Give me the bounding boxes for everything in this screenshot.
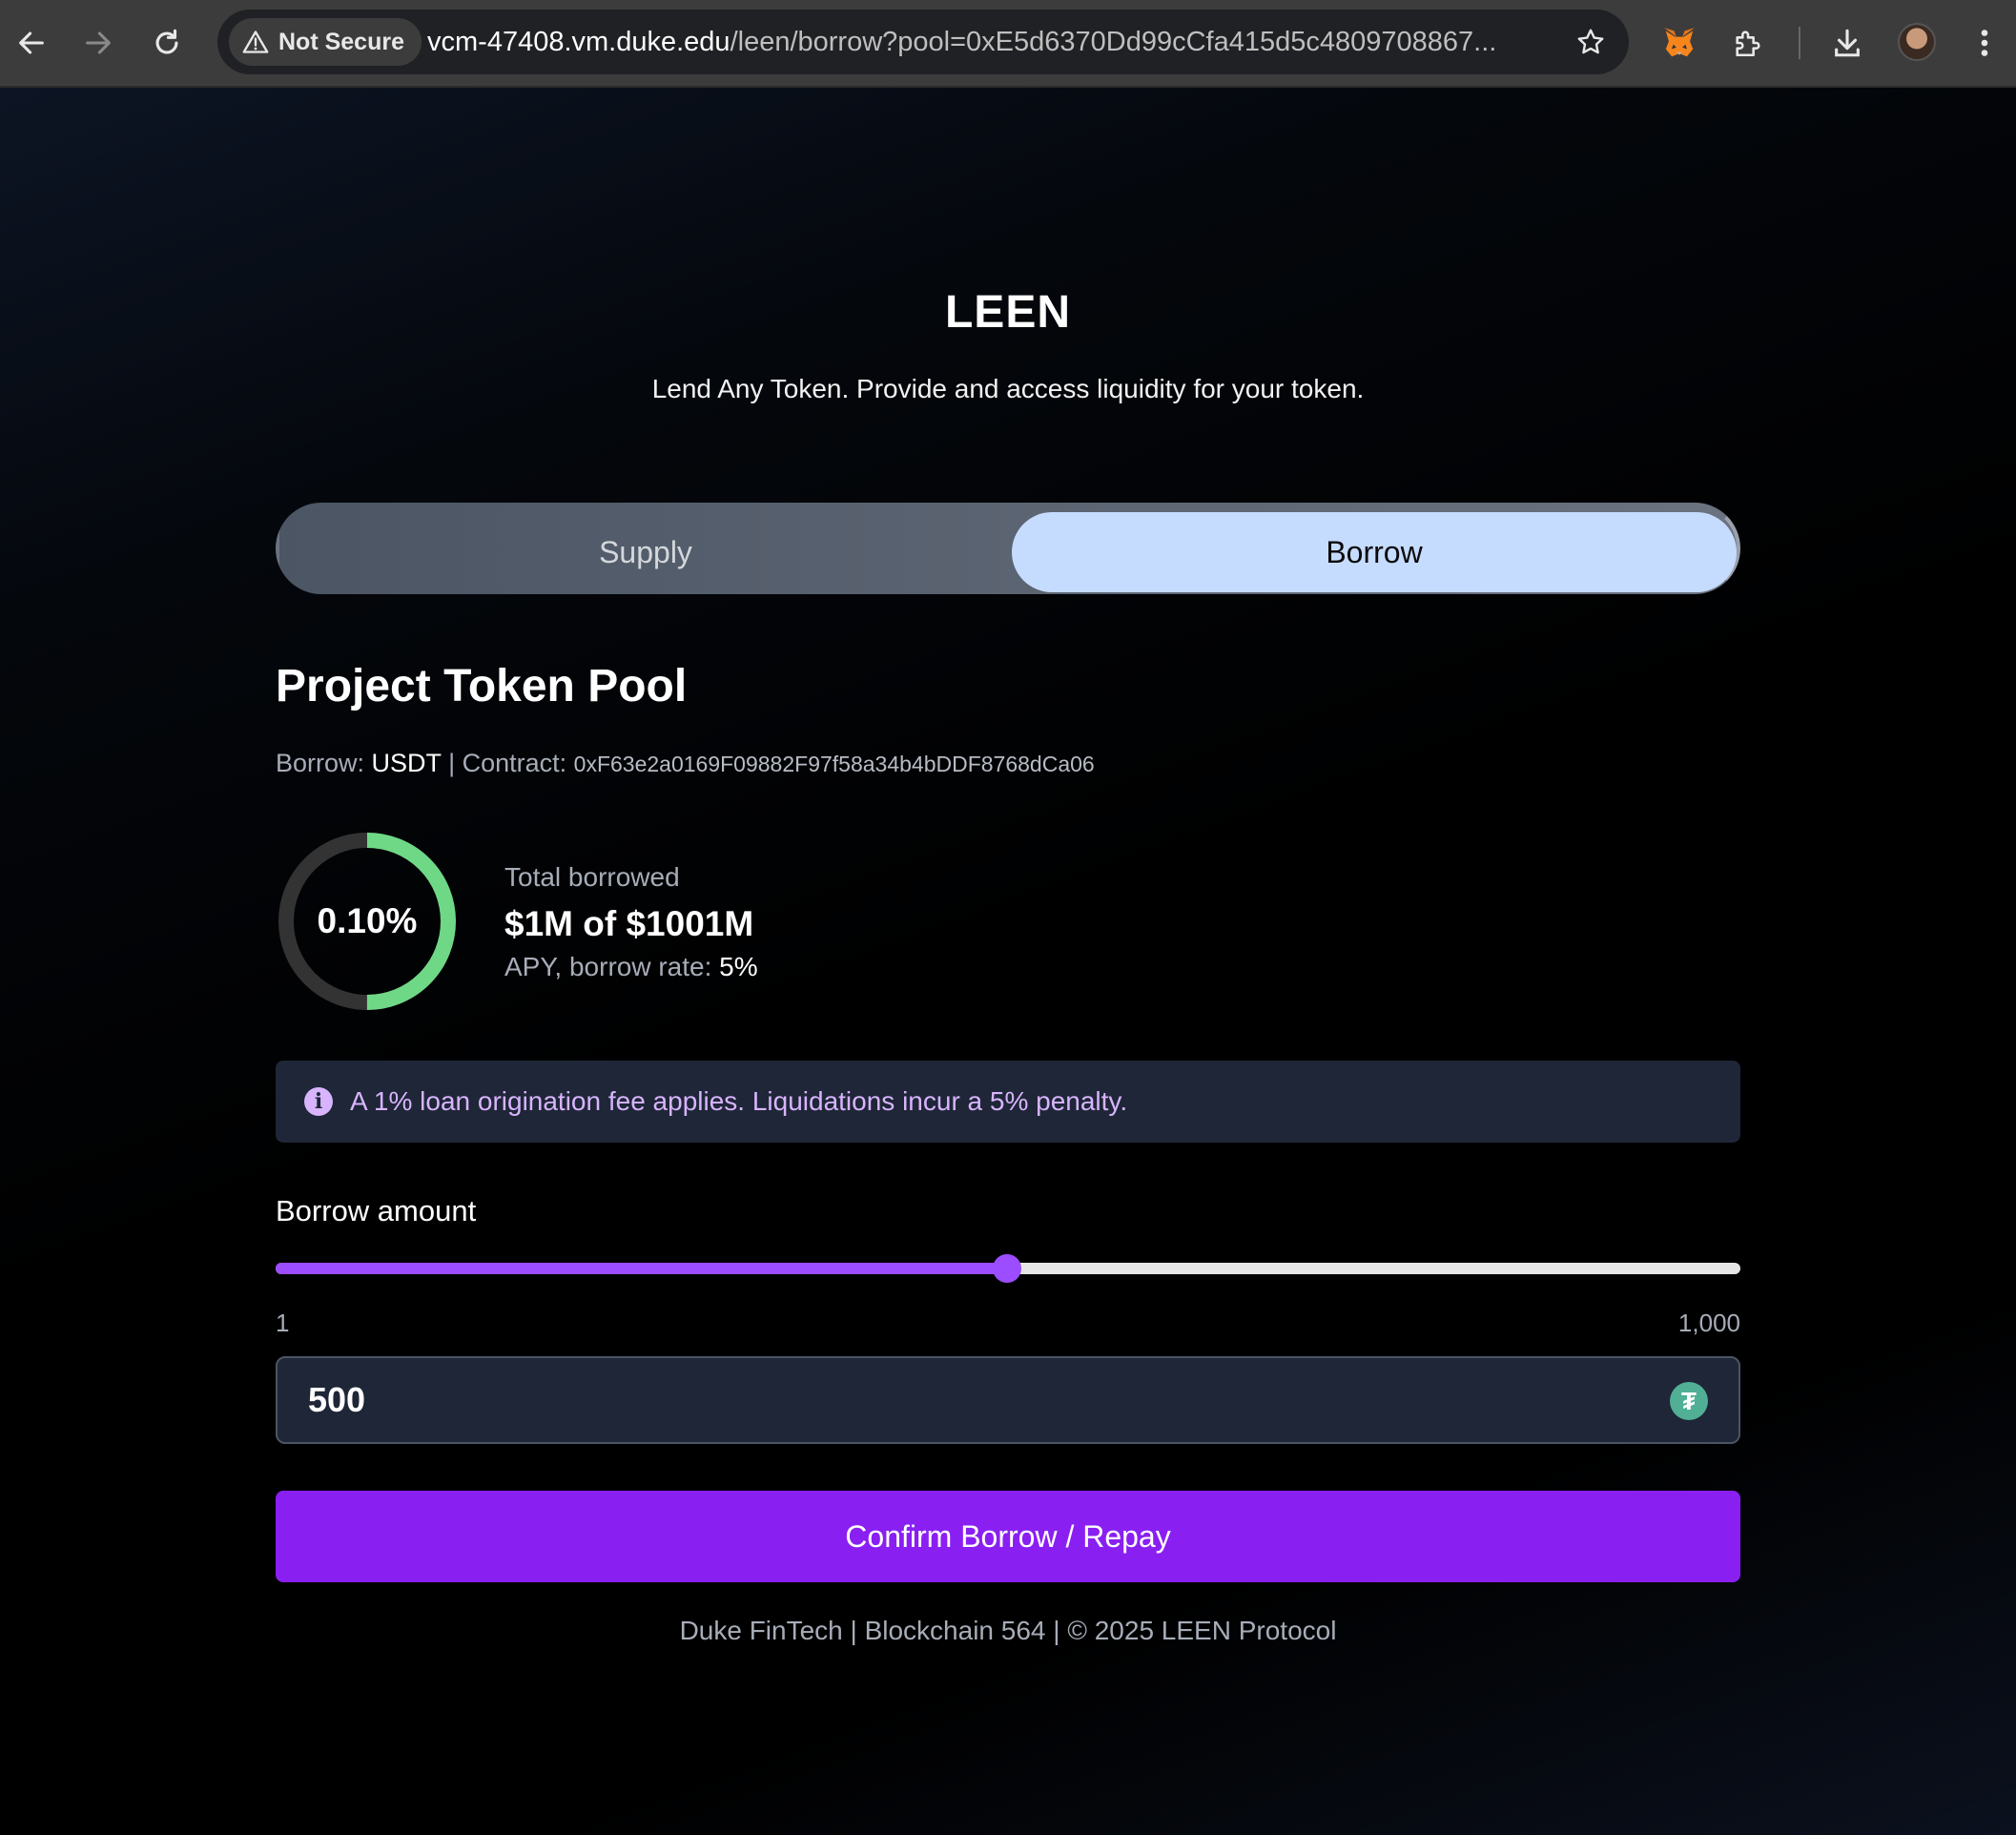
forward-icon[interactable] xyxy=(76,21,120,65)
page: LEEN Lend Any Token. Provide and access … xyxy=(0,88,2016,1835)
fee-notice-text: A 1% loan origination fee applies. Liqui… xyxy=(350,1086,1128,1116)
total-borrowed-label: Total borrowed xyxy=(504,862,680,892)
borrow-token: USDT xyxy=(371,749,442,777)
url-host: vcm-47408.vm.duke.edu xyxy=(427,27,730,57)
more-menu-icon[interactable] xyxy=(1963,21,2006,65)
tether-icon: ₮ xyxy=(1670,1382,1708,1420)
back-icon[interactable] xyxy=(10,21,53,65)
contract-address: 0xF63e2a0169F09882F97f58a34b4bDDF8768dCa… xyxy=(573,752,1095,776)
tab-borrow[interactable]: Borrow xyxy=(1012,512,1737,592)
warning-icon xyxy=(242,31,269,53)
tab-supply[interactable]: Supply xyxy=(279,506,1012,598)
apy-value: 5% xyxy=(719,952,758,981)
reload-icon[interactable] xyxy=(145,21,189,65)
contract-label: Contract: xyxy=(462,749,567,777)
toolbar-divider xyxy=(1799,27,1800,59)
extensions-puzzle-icon[interactable] xyxy=(1726,21,1770,65)
info-icon: i xyxy=(304,1087,333,1116)
slider-fill xyxy=(276,1263,1007,1274)
slider-min-label: 1 xyxy=(276,1309,290,1337)
url-text[interactable]: vcm-47408.vm.duke.edu/leen/borrow?pool=0… xyxy=(427,10,1762,74)
borrow-amount-field[interactable]: ₮ xyxy=(276,1356,1740,1444)
app-brand: LEEN xyxy=(944,287,1071,338)
bookmark-star-icon[interactable] xyxy=(1570,21,1612,63)
confirm-borrow-repay-button[interactable]: Confirm Borrow / Repay xyxy=(276,1491,1740,1582)
security-label: Not Secure xyxy=(278,28,404,55)
fee-notice: i A 1% loan origination fee applies. Liq… xyxy=(276,1061,1740,1143)
apy-label: APY, borrow rate: xyxy=(504,952,712,981)
url-path: /leen/borrow?pool=0xE5d6370Dd99cCfa415d5… xyxy=(730,27,1497,57)
supply-borrow-toggle: Supply Borrow xyxy=(276,503,1740,594)
address-bar[interactable]: Not Secure vcm-47408.vm.duke.edu/leen/bo… xyxy=(217,10,1629,74)
borrow-label: Borrow: xyxy=(276,749,365,777)
pool-title: Project Token Pool xyxy=(276,661,688,711)
app-tagline: Lend Any Token. Provide and access liqui… xyxy=(651,374,1365,403)
borrow-amount-slider[interactable] xyxy=(276,1254,1740,1283)
footer-text: Duke FinTech | Blockchain 564 | © 2025 L… xyxy=(679,1616,1337,1645)
borrow-amount-input[interactable] xyxy=(308,1358,1624,1442)
pool-meta: Borrow: USDT | Contract: 0xF63e2a0169F09… xyxy=(276,749,1095,778)
security-chip[interactable]: Not Secure xyxy=(229,18,422,66)
total-borrowed-value: $1M of $1001M xyxy=(504,904,754,943)
utilization-percent: 0.10% xyxy=(317,901,418,940)
download-icon[interactable] xyxy=(1825,21,1869,65)
slider-max-label: 1,000 xyxy=(1677,1309,1740,1337)
meta-separator: | xyxy=(448,749,456,777)
browser-toolbar: Not Secure vcm-47408.vm.duke.edu/leen/bo… xyxy=(0,0,2016,88)
profile-avatar[interactable] xyxy=(1898,23,1936,61)
metamask-fox-icon[interactable] xyxy=(1657,21,1701,65)
apy-rate: APY, borrow rate: 5% xyxy=(504,952,758,982)
borrow-amount-label: Borrow amount xyxy=(276,1194,477,1227)
slider-thumb[interactable] xyxy=(993,1254,1021,1283)
